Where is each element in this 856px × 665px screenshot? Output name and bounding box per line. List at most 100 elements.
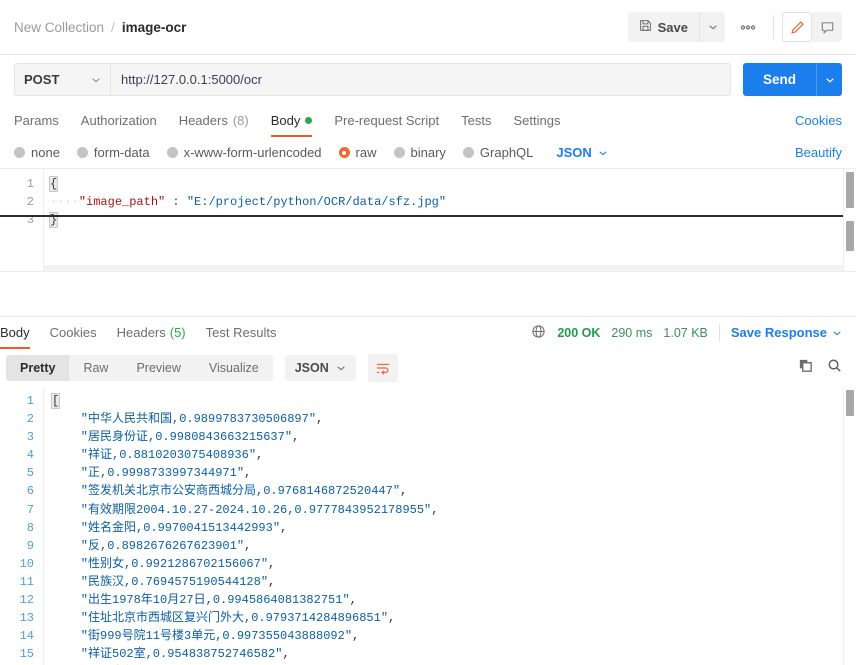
response-line-number: 7 [0,501,34,519]
request-url-input[interactable] [110,63,731,96]
response-entry-value: "住址北京市西城区复兴门外大,0.9793714284896851" [52,611,388,625]
body-option-none[interactable]: none [14,145,60,160]
body-format-select[interactable]: JSON [556,145,607,160]
more-actions-button[interactable] [731,12,765,42]
floppy-disk-icon [639,19,652,35]
edit-pencil-button[interactable] [782,12,812,42]
response-body-viewer[interactable]: 12345678910111213141516 [ "中华人民共和国,0.989… [0,388,856,665]
body-option-urlencoded[interactable]: x-www-form-urlencoded [167,145,322,160]
response-tab-headers[interactable]: Headers (5) [117,317,186,349]
response-entry-value: "签发机关北京市公安商西城分局,0.9768146872520447" [52,484,400,498]
word-wrap-icon [375,361,391,375]
breadcrumb-collection[interactable]: New Collection [14,20,104,35]
json-comma: , [268,557,275,571]
request-editor-scrollbar[interactable] [843,169,856,271]
response-entry-value: "正,0.9998733997344971" [52,466,244,480]
response-meta: 200 OK 290 ms 1.07 KB Save Response [531,324,842,342]
json-comma: , [280,521,287,535]
body-option-urlencoded-label: x-www-form-urlencoded [184,145,322,160]
response-format-select[interactable]: JSON [285,355,356,381]
response-code-line: "反,0.8982676267623901", [52,537,856,555]
response-line-number: 3 [0,428,34,446]
save-response-label: Save Response [731,325,827,340]
response-line-number: 4 [0,446,34,464]
response-tab-cookies[interactable]: Cookies [50,317,97,349]
comment-button[interactable] [812,12,842,42]
view-pretty[interactable]: Pretty [6,355,69,381]
radio-form-data-icon [77,147,88,158]
response-entry-value: "民族汉,0.7694575190544128" [52,575,268,589]
json-key: "image_path" [79,195,165,209]
body-option-binary[interactable]: binary [394,145,446,160]
view-preview[interactable]: Preview [122,355,194,381]
request-tabs: Params Authorization Headers (8) Body Pr… [0,104,856,137]
tab-tests[interactable]: Tests [461,104,491,137]
tab-headers-count: (8) [233,113,249,128]
radio-binary-icon [394,147,405,158]
body-option-form-data[interactable]: form-data [77,145,150,160]
json-comma: , [282,647,289,661]
http-method-select[interactable]: POST [14,63,110,96]
copy-icon[interactable] [798,358,813,378]
response-code-line: [ [52,392,856,410]
save-button[interactable]: Save [628,12,699,42]
response-line-number: 5 [0,464,34,482]
request-line-number: 1 [0,175,34,193]
body-option-graphql[interactable]: GraphQL [463,145,533,160]
request-code-area[interactable]: { ····"image_path" : "E:/project/python/… [44,169,856,271]
response-scrollbar[interactable] [843,388,856,665]
cookies-link[interactable]: Cookies [795,113,842,128]
request-editor-hscrollbar[interactable] [44,265,843,271]
json-comma: , [350,593,357,607]
send-button[interactable]: Send [743,63,816,96]
response-scrollbar-thumb[interactable] [846,390,854,416]
response-line-number: 15 [0,645,34,663]
json-comma: , [400,484,407,498]
radio-urlencoded-icon [167,147,178,158]
response-code-area[interactable]: [ "中华人民共和国,0.9899783730506897", "居民身份证,0… [44,388,856,665]
view-raw[interactable]: Raw [69,355,122,381]
editor-spacer [0,272,856,316]
tab-pre-request-script[interactable]: Pre-request Script [334,104,439,137]
tab-tests-label: Tests [461,113,491,128]
response-line-number: 12 [0,591,34,609]
tab-params[interactable]: Params [14,104,59,137]
json-comma: , [316,412,323,426]
save-response-button[interactable]: Save Response [731,325,842,340]
breadcrumb-request-name[interactable]: image-ocr [122,20,187,35]
send-options-caret[interactable] [816,63,842,96]
body-option-raw-label: raw [356,145,377,160]
tab-settings[interactable]: Settings [513,104,560,137]
request-scrollbar-thumb-2[interactable] [846,221,854,251]
header-actions: Save [628,12,842,42]
response-tab-body[interactable]: Body [0,317,30,349]
tab-headers[interactable]: Headers (8) [179,104,249,137]
save-options-caret[interactable] [699,12,725,42]
response-entry-value: "反,0.8982676267623901" [52,539,244,553]
response-tab-test-results[interactable]: Test Results [206,317,277,349]
window-header: New Collection / image-ocr Save [0,0,856,55]
response-code-line: "中华人民共和国,0.9899783730506897", [52,410,856,428]
view-visualize[interactable]: Visualize [195,355,273,381]
body-option-raw[interactable]: raw [339,145,377,160]
chevron-down-icon [336,363,346,373]
meta-divider [719,324,720,342]
tab-authorization-label: Authorization [81,113,157,128]
request-scrollbar-thumb[interactable] [846,172,854,208]
beautify-link[interactable]: Beautify [795,145,842,160]
radio-graphql-icon [463,147,474,158]
chevron-down-icon [91,75,101,85]
response-size: 1.07 KB [663,326,707,340]
response-tab-body-label: Body [0,325,30,340]
search-icon[interactable] [827,358,842,378]
response-code-line: "有效期限2004.10.27-2024.10.26,0.97778439521… [52,501,856,519]
request-body-editor[interactable]: 1 2 3 { ····"image_path" : "E:/project/p… [0,169,856,272]
wrap-lines-button[interactable] [368,354,398,382]
response-code-line: "姓名金阳,0.9970041513442993", [52,519,856,537]
body-modified-dot-icon [305,117,312,124]
response-entry-value: "出生1978年10月27日,0.9945864081382751" [52,593,350,607]
tab-authorization[interactable]: Authorization [81,104,157,137]
json-comma: , [244,539,251,553]
tab-body[interactable]: Body [271,104,313,137]
json-comma: , [256,448,263,462]
